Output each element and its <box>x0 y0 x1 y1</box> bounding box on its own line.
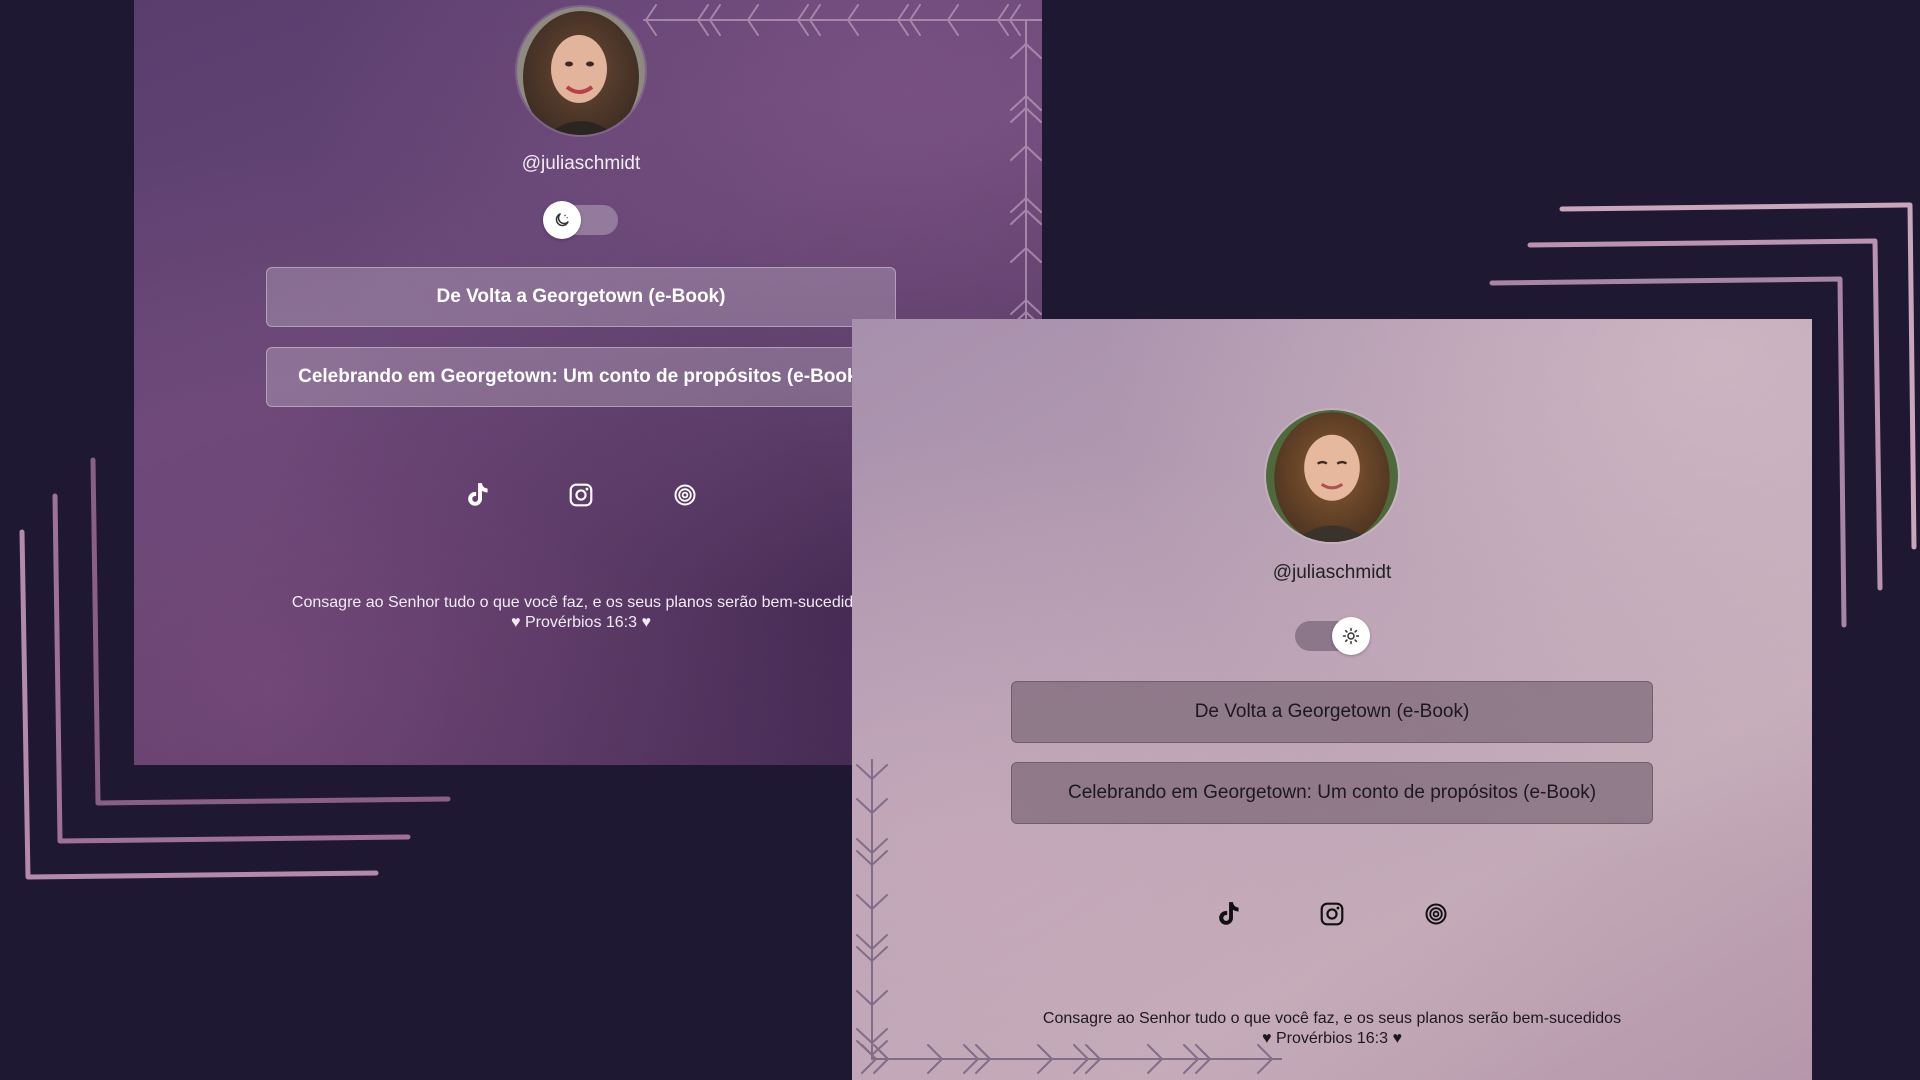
tiktok-icon <box>468 483 488 506</box>
theme-toggle[interactable] <box>543 201 618 239</box>
username: @juliaschmidt <box>1272 562 1392 583</box>
threads-link[interactable] <box>669 479 701 511</box>
social-links <box>1212 898 1452 930</box>
tiktok-link[interactable] <box>1212 898 1244 930</box>
theme-toggle[interactable] <box>1295 617 1370 655</box>
avatar <box>517 7 645 135</box>
quote-text: Consagre ao Senhor tudo o que você faz, … <box>291 594 871 611</box>
avatar <box>1266 410 1398 542</box>
ebook-link-button-2[interactable]: Celebrando em Georgetown: Um conto de pr… <box>266 347 896 407</box>
social-links <box>461 479 701 511</box>
sun-icon <box>1342 627 1360 645</box>
username: @juliaschmidt <box>521 153 641 174</box>
profile-card-dark: @juliaschmidt De Volta a Georgetown (e-B… <box>266 0 896 633</box>
toggle-knob[interactable] <box>1332 617 1370 655</box>
threads-icon <box>674 484 696 506</box>
avatar-photo <box>517 7 645 135</box>
profile-card-light: @juliaschmidt De Volta a Georgetown (e-B… <box>1011 410 1653 1049</box>
instagram-icon <box>569 483 593 507</box>
quote-text: Consagre ao Senhor tudo o que você faz, … <box>1042 1010 1622 1027</box>
quote-reference: ♥ Provérbios 16:3 ♥ <box>511 614 651 631</box>
moon-icon <box>555 213 569 227</box>
ebook-link-button-1[interactable]: De Volta a Georgetown (e-Book) <box>1011 681 1653 743</box>
instagram-link[interactable] <box>1316 898 1348 930</box>
ebook-link-button-2[interactable]: Celebrando em Georgetown: Um conto de pr… <box>1011 762 1653 824</box>
instagram-link[interactable] <box>565 479 597 511</box>
tiktok-link[interactable] <box>461 479 493 511</box>
light-theme-preview: @juliaschmidt De Volta a Georgetown (e-B… <box>852 319 1812 1080</box>
tiktok-icon <box>1219 902 1239 925</box>
instagram-icon <box>1320 902 1344 926</box>
quote-reference: ♥ Provérbios 16:3 ♥ <box>1262 1030 1402 1047</box>
bible-quote: Consagre ao Senhor tudo o que você faz, … <box>1043 1009 1621 1049</box>
threads-icon <box>1425 903 1447 925</box>
avatar-photo <box>1266 410 1398 542</box>
toggle-knob[interactable] <box>543 201 581 239</box>
bible-quote: Consagre ao Senhor tudo o que você faz, … <box>292 593 870 633</box>
ebook-link-button-1[interactable]: De Volta a Georgetown (e-Book) <box>266 267 896 327</box>
threads-link[interactable] <box>1420 898 1452 930</box>
